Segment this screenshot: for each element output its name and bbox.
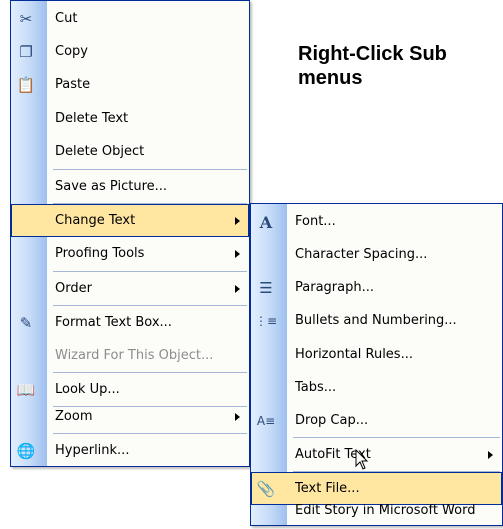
menu-item-copy[interactable]: ❐ Copy bbox=[11, 35, 249, 68]
scissors-icon: ✂ bbox=[19, 10, 33, 28]
bullets-icon: ⋮≡ bbox=[254, 314, 278, 328]
heading-line-2: menus bbox=[298, 67, 363, 89]
submenu-item-character-spacing[interactable]: Character Spacing... bbox=[251, 238, 502, 271]
page-heading: Right-Click Sub menus bbox=[298, 42, 447, 90]
menu-item-format-text-box[interactable]: ✎ Format Text Box... bbox=[11, 306, 249, 339]
submenu-arrow-icon bbox=[235, 413, 240, 421]
submenu-item-bullets-and-numbering[interactable]: ⋮≡ Bullets and Numbering... bbox=[251, 304, 502, 337]
menu-item-delete-object[interactable]: Delete Object bbox=[11, 135, 249, 168]
submenu-item-font[interactable]: A Font... bbox=[251, 205, 502, 238]
menu-item-save-as-picture[interactable]: Save as Picture... bbox=[11, 170, 249, 203]
look-up-icon: 📖 bbox=[16, 381, 36, 399]
heading-line-1: Right-Click Sub bbox=[298, 43, 447, 65]
submenu-item-edit-story-in-word[interactable]: Edit Story in Microsoft Word bbox=[251, 494, 502, 527]
submenu-item-paragraph[interactable]: ☰ Paragraph... bbox=[251, 271, 502, 304]
font-icon: A bbox=[259, 212, 273, 232]
paragraph-icon: ☰ bbox=[259, 279, 273, 297]
change-text-submenu: A Font... Character Spacing... ☰ Paragra… bbox=[250, 203, 503, 526]
submenu-arrow-icon bbox=[235, 250, 240, 258]
paste-icon: 📋 bbox=[16, 76, 36, 94]
menu-item-zoom[interactable]: Zoom bbox=[11, 400, 249, 433]
format-text-box-icon: ✎ bbox=[19, 314, 33, 332]
menu-item-proofing-tools[interactable]: Proofing Tools bbox=[11, 237, 249, 270]
submenu-arrow-icon bbox=[488, 451, 493, 459]
submenu-item-drop-cap[interactable]: A≡ Drop Cap... bbox=[251, 404, 502, 437]
submenu-arrow-icon bbox=[235, 217, 240, 225]
submenu-item-horizontal-rules[interactable]: Horizontal Rules... bbox=[251, 338, 502, 371]
copy-icon: ❐ bbox=[19, 43, 33, 61]
drop-cap-icon: A≡ bbox=[256, 414, 276, 428]
mouse-cursor-icon bbox=[355, 449, 369, 470]
menu-item-paste[interactable]: 📋 Paste bbox=[11, 68, 249, 101]
menu-item-wizard: Wizard For This Object... bbox=[55, 348, 214, 363]
menu-item-hyperlink[interactable]: 🌐 Hyperlink... bbox=[11, 434, 249, 467]
menu-item-delete-text[interactable]: Delete Text bbox=[11, 102, 249, 135]
menu-item-change-text[interactable]: Change Text bbox=[11, 204, 249, 237]
submenu-item-autofit-text[interactable]: AutoFit Text bbox=[251, 438, 502, 471]
submenu-item-tabs[interactable]: Tabs... bbox=[251, 371, 502, 404]
submenu-arrow-icon bbox=[235, 285, 240, 293]
hyperlink-icon: 🌐 bbox=[16, 442, 36, 460]
context-menu: ✂ Cut ❐ Copy 📋 Paste Delete Text Delete … bbox=[10, 0, 250, 467]
menu-item-order[interactable]: Order bbox=[11, 272, 249, 305]
menu-item-cut[interactable]: ✂ Cut bbox=[11, 2, 249, 35]
